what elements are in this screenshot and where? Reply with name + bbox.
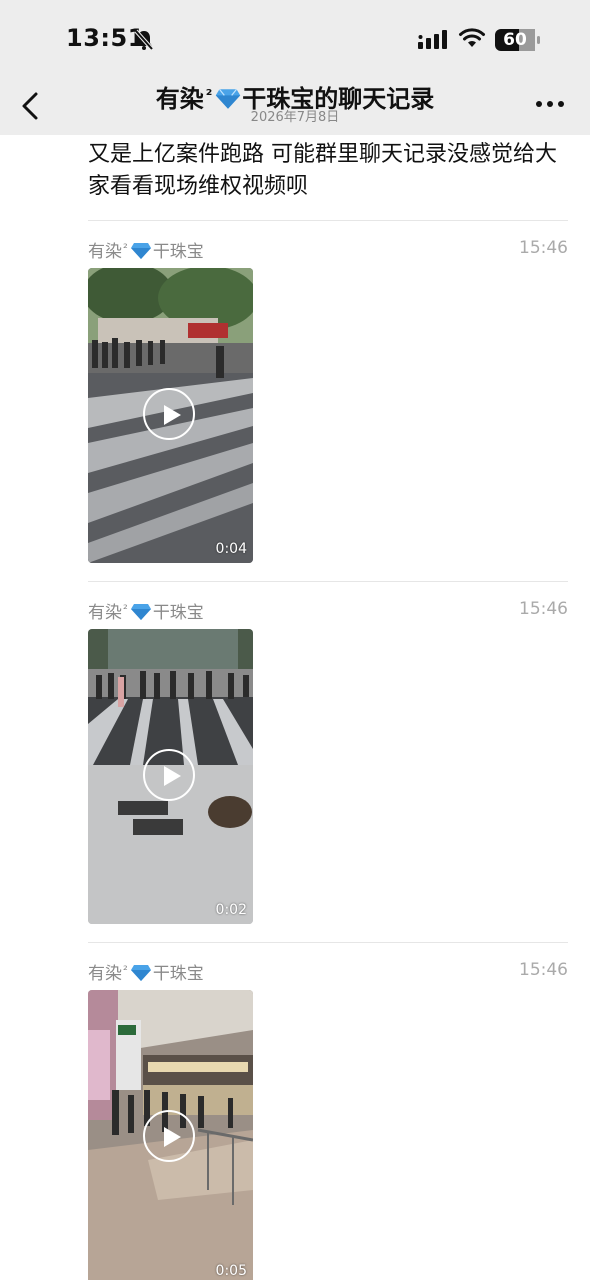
play-icon[interactable] [143,1110,195,1162]
title-superscript: ² [205,86,213,104]
sender-superscript: ² [123,241,128,255]
video-thumbnail[interactable]: 0:05 [88,990,253,1280]
chat-record-list[interactable]: 又是上亿案件跑路 可能群里聊天记录没感觉给大家看看现场维权视频呗 有染² 干珠宝 … [0,135,590,1280]
video-duration: 0:02 [215,902,247,918]
diamond-icon [130,965,151,981]
bell-slash-icon [134,29,154,51]
message-time: 15:46 [519,599,568,619]
list-item: 有染² 干珠宝 15:46 [88,597,568,927]
video-thumbnail[interactable]: 0:02 [88,629,253,924]
play-icon[interactable] [143,388,195,440]
chevron-left-icon[interactable] [14,86,48,126]
divider [88,581,568,582]
diamond-icon [130,604,151,620]
sender-prefix: 有染 [88,964,122,984]
sender-superscript: ² [123,963,128,977]
video-thumbnail[interactable]: 0:04 [88,268,253,563]
battery-level: 60 [503,30,527,50]
sender-suffix: 干珠宝 [152,603,204,623]
sender-prefix: 有染 [88,242,122,262]
sender-superscript: ² [123,602,128,616]
intro-message: 又是上亿案件跑路 可能群里聊天记录没感觉给大家看看现场维权视频呗 [88,142,557,199]
divider [88,942,568,943]
title-suffix: 干珠宝的聊天记录 [242,85,435,113]
sender-suffix: 干珠宝 [152,964,204,984]
divider [88,220,568,221]
diamond-icon [216,88,241,109]
status-bar: 13:51 60 [0,0,590,80]
title-name: 有染 [155,85,204,113]
nav-bar: 有染 ² 干珠宝的聊天记录 2026年7月8日 [0,78,590,135]
sender-suffix: 干珠宝 [152,242,204,262]
message-time: 15:46 [519,238,568,258]
diamond-icon [130,243,151,259]
list-item: 有染² 干珠宝 15:46 [88,958,568,1280]
sender-prefix: 有染 [88,603,122,623]
video-duration: 0:04 [215,541,247,557]
video-duration: 0:05 [215,1263,247,1279]
sender-name: 有染² 干珠宝 [88,958,204,984]
sender-name: 有染² 干珠宝 [88,236,204,262]
sender-name: 有染² 干珠宝 [88,597,204,623]
more-icon[interactable] [532,92,568,116]
chat-date: 2026年7月8日 [250,110,340,125]
signal-icon [418,30,447,49]
list-item: 有染² 干珠宝 15:46 [88,236,568,566]
wifi-icon [459,28,485,47]
message-time: 15:46 [519,960,568,980]
top-area: 13:51 60 有染 ² 干珠宝的聊天记录 2026年7月8日 [0,0,590,135]
play-icon[interactable] [143,749,195,801]
